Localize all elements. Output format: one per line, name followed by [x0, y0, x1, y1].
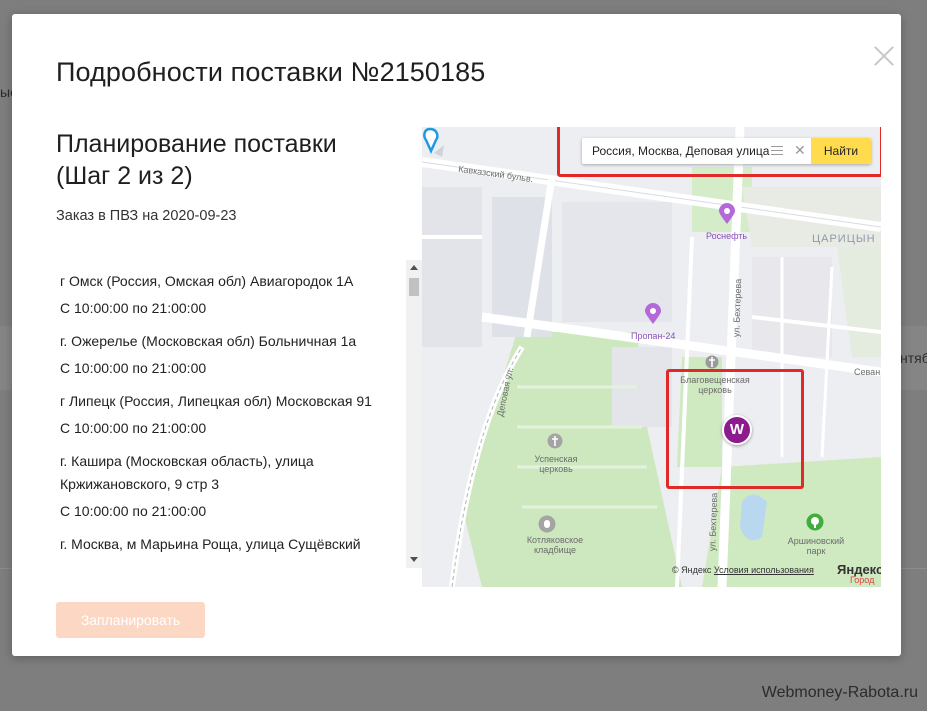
close-icon[interactable] [873, 45, 895, 67]
highlight-marker [666, 369, 804, 489]
pickup-point-address: г Липецк (Россия, Липецкая обл) Московск… [60, 393, 372, 409]
map-copyright: © Яндекс Условия использования [672, 565, 814, 575]
pickup-point-list-container: г Омск (Россия, Омская обл) Авиагородок … [56, 260, 422, 568]
terms-link[interactable]: Условия использования [714, 565, 814, 575]
gas-station-icon[interactable] [718, 203, 736, 225]
list-scrollbar[interactable] [406, 260, 422, 568]
pickup-point-address: г. Москва, м Марьина Роща, улица Сущёвск… [60, 536, 361, 552]
map-label-tsaritsyno: ЦАРИЦЫН [812, 233, 876, 245]
church-icon[interactable] [547, 433, 563, 449]
order-info: Заказ в ПВЗ на 2020-09-23 [56, 208, 237, 224]
list-item[interactable]: г. Ожерелье (Московская обл) Больничная … [60, 330, 400, 380]
list-item[interactable]: г. Москва, м Марьина Роща, улица Сущёвск… [60, 533, 400, 556]
background-text-right: нтяб [900, 350, 927, 366]
church-icon[interactable] [705, 355, 719, 369]
scroll-up-arrow-icon[interactable] [410, 265, 418, 270]
map-label-bekhtereva-bottom: ул. Бехтерева [707, 492, 720, 552]
gas-station-icon[interactable] [644, 303, 662, 325]
pickup-point-hours: С 10:00:00 по 21:00:00 [60, 360, 207, 376]
pickup-point-hours: С 10:00:00 по 21:00:00 [60, 420, 207, 436]
list-item[interactable]: г Липецк (Россия, Липецкая обл) Московск… [60, 390, 400, 440]
pickup-point-hours: С 10:00:00 по 21:00:00 [60, 300, 207, 316]
pickup-point-list: г Омск (Россия, Омская обл) Авиагородок … [60, 270, 400, 566]
pickup-point-hours: С 10:00:00 по 21:00:00 [60, 503, 207, 519]
map-label-rosneft: Роснефть [706, 231, 748, 241]
pickup-point-address: г. Ожерелье (Московская обл) Больничная … [60, 333, 357, 349]
location-pin-icon[interactable] [422, 127, 446, 163]
delivery-details-modal: Подробности поставки №2150185 Планирован… [12, 14, 901, 656]
pickup-point-address: г Омск (Россия, Омская обл) Авиагородок … [60, 273, 354, 289]
map-label-church-usp: Успенская церковь [534, 454, 578, 474]
map-label-bekhtereva-top: ул. Бехтерева [731, 278, 744, 338]
cemetery-icon[interactable] [538, 515, 556, 533]
schedule-button[interactable]: Запланировать [56, 602, 205, 638]
highlight-search [557, 127, 881, 177]
list-item[interactable]: г Омск (Россия, Омская обл) Авиагородок … [60, 270, 400, 320]
map-label-sevan: Севан [854, 367, 881, 377]
modal-title: Подробности поставки №2150185 [56, 57, 486, 87]
step-title: Планирование поставки (Шаг 2 из 2) [56, 130, 337, 190]
yandex-logo: Яндекс [837, 562, 881, 577]
watermark: Webmoney-Rabota.ru [761, 684, 918, 701]
yandex-map[interactable]: Кавказский бульв. Деповая ул. ул. Бехтер… [422, 127, 881, 587]
map-label-park: Аршиновский парк [787, 536, 845, 556]
pickup-point-address: г. Кашира (Московская область), улица Кр… [60, 453, 314, 492]
map-label-propan: Пропан-24 [631, 331, 676, 341]
park-icon[interactable] [806, 513, 824, 531]
scrollbar-thumb[interactable] [409, 278, 419, 296]
list-item[interactable]: г. Кашира (Московская область), улица Кр… [60, 450, 400, 523]
scroll-down-arrow-icon[interactable] [410, 557, 418, 562]
map-label-cemetery: Котляковское кладбище [526, 535, 584, 555]
